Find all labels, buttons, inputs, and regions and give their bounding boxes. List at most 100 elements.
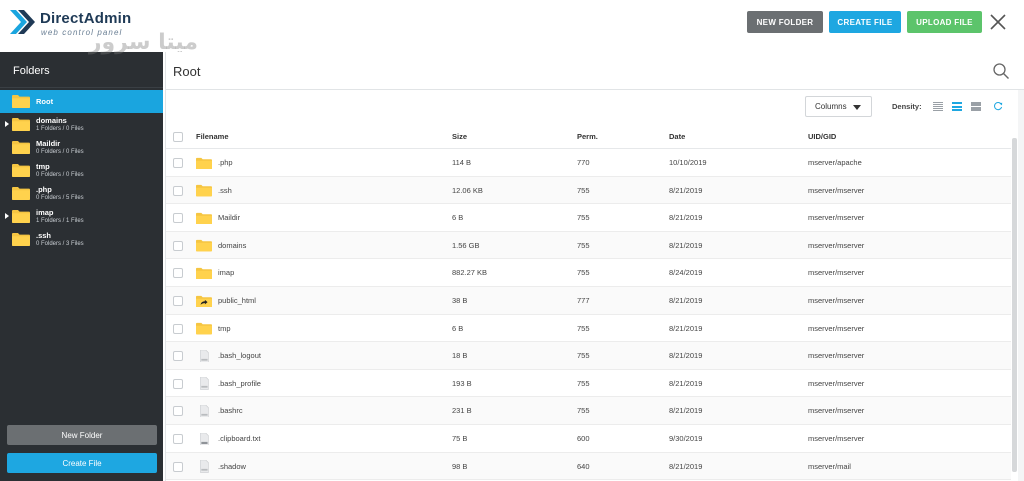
perm-cell[interactable]: 755 xyxy=(577,268,590,277)
filename-cell[interactable]: .bash_logout xyxy=(218,351,261,360)
sidebar-new-folder-button[interactable]: New Folder xyxy=(7,425,157,445)
sidebar-item-meta: 1 Folders / 0 Files xyxy=(36,126,84,132)
date-cell: 8/21/2019 xyxy=(669,351,703,361)
sidebar-item-label: imap xyxy=(36,208,54,217)
new-folder-button[interactable]: NEW FOLDER xyxy=(747,11,823,33)
row-checkbox[interactable] xyxy=(173,378,183,389)
row-checkbox[interactable] xyxy=(173,434,183,444)
folder-icon xyxy=(12,186,30,200)
filename-cell[interactable]: .ssh xyxy=(218,186,232,195)
table-row[interactable]: imap 882.27 KB 755 8/24/2019 mserver/mserver xyxy=(166,259,1011,287)
sidebar-item-meta: 0 Folders / 3 Files xyxy=(36,241,84,247)
table-row[interactable]: .bash_profile 193 B 755 8/21/2019 mserver/ms… xyxy=(166,370,1011,398)
sidebar-item-maildir[interactable]: Maildir 0 Folders / 0 Files xyxy=(0,136,163,159)
file-table-panel: Columns Density: Filename Size Perm. Dat… xyxy=(166,90,1018,481)
uid-gid-cell: mserver/mserver xyxy=(808,213,865,223)
expand-caret-icon[interactable] xyxy=(5,121,9,127)
density-compact-icon[interactable] xyxy=(933,102,943,111)
perm-cell[interactable]: 640 xyxy=(577,462,590,471)
folder-icon xyxy=(12,140,30,154)
filename-cell[interactable]: tmp xyxy=(218,324,231,333)
search-icon[interactable] xyxy=(992,62,1010,80)
uid-gid-cell: mserver/mail xyxy=(808,461,851,471)
date-cell: 8/21/2019 xyxy=(669,185,703,195)
density-large-icon[interactable] xyxy=(971,102,981,111)
table-row[interactable]: .clipboard.txt 75 B 600 9/30/2019 mserver/ms… xyxy=(166,425,1011,453)
perm-cell[interactable]: 755 xyxy=(577,241,590,250)
create-file-button[interactable]: CREATE FILE xyxy=(829,11,901,33)
expand-caret-icon[interactable] xyxy=(5,213,9,219)
row-checkbox[interactable] xyxy=(173,240,183,251)
refresh-icon[interactable] xyxy=(993,101,1003,111)
table-row[interactable]: Maildir 6 B 755 8/21/2019 mserver/mserver xyxy=(166,204,1011,232)
row-checkbox[interactable] xyxy=(173,461,183,472)
sidebar-item-tmp[interactable]: tmp 0 Folders / 0 Files xyxy=(0,159,163,182)
filename-cell[interactable]: public_html xyxy=(218,296,256,305)
table-row[interactable]: public_html 38 B 777 8/21/2019 mserver/mserv… xyxy=(166,287,1011,315)
folder-icon xyxy=(12,232,30,246)
filename-cell[interactable]: .php xyxy=(218,158,233,167)
header-size[interactable]: Size xyxy=(452,132,467,141)
header-filename[interactable]: Filename xyxy=(196,132,229,141)
row-checkbox[interactable] xyxy=(173,406,183,417)
perm-cell[interactable]: 755 xyxy=(577,379,590,388)
directadmin-logo[interactable]: DirectAdmin web control panel xyxy=(10,8,160,44)
columns-dropdown[interactable]: Columns xyxy=(805,96,872,117)
table-header: Filename Size Perm. Date UID/GID xyxy=(166,124,1011,149)
perm-cell[interactable]: 600 xyxy=(577,434,590,443)
filename-cell[interactable]: .bashrc xyxy=(218,406,243,415)
perm-cell[interactable]: 755 xyxy=(577,351,590,360)
uid-gid-cell: mserver/mserver xyxy=(808,296,865,305)
filename-cell[interactable]: .bash_profile xyxy=(218,379,261,388)
table-row[interactable]: .bashrc 231 B 755 8/21/2019 mserver/mserver xyxy=(166,397,1011,425)
table-row[interactable]: .php 114 B 770 10/10/2019 mserver/apache xyxy=(166,149,1011,177)
table-row[interactable]: .ssh 12.06 KB 755 8/21/2019 mserver/mserver xyxy=(166,176,1011,205)
sidebar-item-dot-ssh[interactable]: .ssh 0 Folders / 3 Files xyxy=(0,228,163,251)
perm-cell[interactable]: 755 xyxy=(577,324,590,333)
scrollbar-thumb[interactable] xyxy=(1012,138,1017,472)
sidebar-item-imap[interactable]: imap 1 Folders / 1 Files xyxy=(0,205,163,228)
sidebar-create-file-button[interactable]: Create File xyxy=(7,453,157,473)
caret-down-icon xyxy=(853,105,861,110)
row-checkbox[interactable] xyxy=(173,213,183,224)
sidebar-item-root[interactable]: Root xyxy=(0,90,163,113)
perm-cell[interactable]: 755 xyxy=(577,213,590,222)
perm-cell[interactable]: 777 xyxy=(577,296,590,305)
sidebar-item-dot-php[interactable]: .php 0 Folders / 5 Files xyxy=(0,182,163,205)
row-checkbox[interactable] xyxy=(173,268,183,279)
row-checkbox[interactable] xyxy=(173,351,183,362)
perm-cell[interactable]: 755 xyxy=(577,406,590,415)
filename-cell[interactable]: .shadow xyxy=(218,462,246,471)
date-cell: 9/30/2019 xyxy=(669,434,703,443)
date-cell: 8/21/2019 xyxy=(669,406,703,416)
filename-cell[interactable]: domains xyxy=(218,241,246,250)
row-checkbox[interactable] xyxy=(173,296,183,306)
date-cell: 8/21/2019 xyxy=(669,213,703,223)
brand-name: DirectAdmin xyxy=(40,10,132,27)
filename-cell[interactable]: .clipboard.txt xyxy=(218,434,261,443)
table-row[interactable]: domains 1.56 GB 755 8/21/2019 mserver/mserve… xyxy=(166,231,1011,260)
folders-sidebar: Folders Root domains 1 Folders / 0 Files Ma… xyxy=(0,52,163,481)
file-browser: Root Columns Density: Filename Size Perm… xyxy=(165,52,1024,481)
header-date[interactable]: Date xyxy=(669,132,685,141)
filename-cell[interactable]: imap xyxy=(218,268,234,277)
sidebar-item-label: domains xyxy=(36,116,67,125)
row-checkbox[interactable] xyxy=(173,323,183,334)
perm-cell[interactable]: 770 xyxy=(577,158,590,167)
table-row[interactable]: .shadow 98 B 640 8/21/2019 mserver/mail xyxy=(166,452,1011,481)
density-medium-icon[interactable] xyxy=(952,102,962,111)
close-icon[interactable] xyxy=(987,11,1009,33)
sidebar-item-domains[interactable]: domains 1 Folders / 0 Files xyxy=(0,113,163,136)
filename-cell[interactable]: Maildir xyxy=(218,213,240,222)
perm-cell[interactable]: 755 xyxy=(577,186,590,195)
select-all-checkbox[interactable] xyxy=(173,132,183,142)
folder-icon xyxy=(196,266,212,280)
upload-file-button[interactable]: UPLOAD FILE xyxy=(907,11,982,33)
header-uid-gid[interactable]: UID/GID xyxy=(808,132,836,141)
folder-icon xyxy=(12,163,30,177)
row-checkbox[interactable] xyxy=(173,185,183,196)
table-row[interactable]: tmp 6 B 755 8/21/2019 mserver/mserver xyxy=(166,315,1011,343)
table-row[interactable]: .bash_logout 18 B 755 8/21/2019 mserver/mser… xyxy=(166,342,1011,370)
header-perm[interactable]: Perm. xyxy=(577,132,598,141)
row-checkbox[interactable] xyxy=(173,158,183,168)
